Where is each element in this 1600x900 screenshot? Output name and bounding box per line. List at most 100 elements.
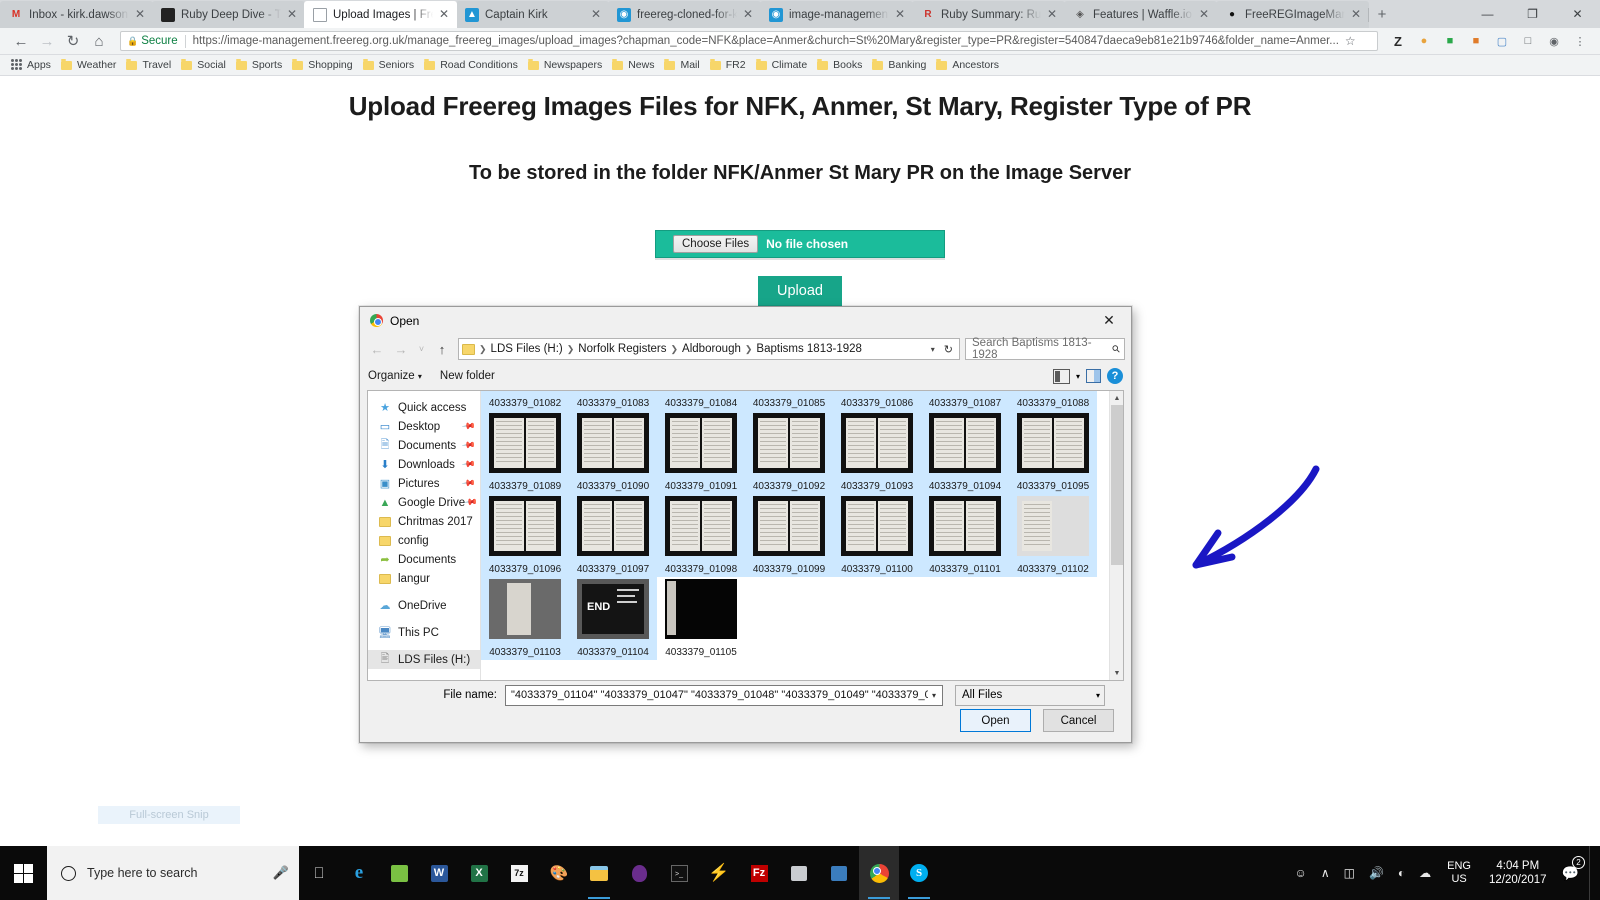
sidebar-item-langur[interactable]: langur — [368, 569, 480, 588]
extension-z-icon[interactable]: Z — [1386, 30, 1410, 52]
file-item[interactable]: 4033379_01090 — [569, 411, 657, 494]
bookmark-apps[interactable]: Apps — [6, 56, 56, 74]
sidebar-item-onedrive[interactable]: ☁ OneDrive — [368, 596, 480, 615]
home-icon[interactable]: ⌂ — [86, 28, 112, 54]
bookmark-weather[interactable]: Weather — [56, 56, 122, 74]
taskbar-app-purple[interactable] — [619, 846, 659, 900]
extension-orange-icon[interactable]: ■ — [1464, 30, 1488, 52]
file-input-field[interactable]: Choose Files No file chosen — [655, 230, 945, 258]
taskbar-app-excel[interactable]: X — [459, 846, 499, 900]
upload-button[interactable]: Upload — [758, 276, 842, 306]
microphone-icon[interactable]: 🎤 — [273, 865, 289, 881]
browser-tab[interactable]: ▲ Captain Kirk ✕ — [456, 1, 609, 28]
pin-icon[interactable]: 📌 — [461, 457, 476, 473]
file-item[interactable]: 4033379_01093 — [833, 411, 921, 494]
browser-tab[interactable]: ● FreeREGImageManage ✕ — [1216, 1, 1369, 28]
taskbar-app-7zip[interactable]: 7z — [499, 846, 539, 900]
extension-globe-icon[interactable]: ◉ — [1542, 30, 1566, 52]
window-close-button[interactable]: ✕ — [1555, 0, 1600, 28]
sidebar-item-christmas-2017[interactable]: Chritmas 2017 — [368, 512, 480, 531]
volume-icon[interactable]: 🔊 — [1362, 866, 1391, 880]
sidebar-item-documents[interactable]: 🗎 Documents 📌 — [368, 436, 480, 455]
tab-close-icon[interactable]: ✕ — [1349, 7, 1363, 22]
file-item[interactable]: 4033379_01087 — [921, 391, 1009, 411]
bookmark-shopping[interactable]: Shopping — [287, 56, 357, 74]
bookmark-travel[interactable]: Travel — [121, 56, 176, 74]
file-item[interactable]: 4033379_01083 — [569, 391, 657, 411]
taskbar-app-chrome[interactable] — [859, 846, 899, 900]
bookmark-sports[interactable]: Sports — [231, 56, 287, 74]
extension-green-icon[interactable]: ■ — [1438, 30, 1462, 52]
choose-files-button[interactable]: Choose Files — [673, 235, 759, 253]
bookmark-fr2[interactable]: FR2 — [705, 56, 751, 74]
cancel-button[interactable]: Cancel — [1043, 709, 1114, 732]
tab-close-icon[interactable]: ✕ — [285, 7, 299, 22]
sidebar-item-google-drive[interactable]: ▲ Google Drive 📌 — [368, 493, 480, 512]
bookmark-news[interactable]: News — [607, 56, 659, 74]
chevron-down-icon[interactable]: ▾ — [928, 691, 940, 700]
bookmark-seniors[interactable]: Seniors — [358, 56, 420, 74]
file-item[interactable]: 4033379_01088 — [1009, 391, 1097, 411]
dialog-back-icon[interactable]: ← — [366, 338, 388, 360]
organize-menu[interactable]: Organize ▾ — [368, 370, 422, 382]
file-item[interactable]: 4033379_01089 — [481, 411, 569, 494]
chevron-down-icon[interactable]: ▾ — [926, 345, 940, 354]
file-item[interactable]: 4033379_01102 — [1009, 494, 1097, 577]
dialog-search-input[interactable]: Search Baptisms 1813-1928 ⚲ — [965, 337, 1125, 361]
wifi-icon[interactable]: ◐ — [1391, 866, 1412, 880]
taskbar-app-sublime[interactable]: ⚡ — [699, 846, 739, 900]
taskview-button[interactable]: ⎕ — [299, 846, 339, 900]
bookmark-mail[interactable]: Mail — [659, 56, 704, 74]
tab-close-icon[interactable]: ✕ — [133, 7, 147, 22]
new-folder-button[interactable]: New folder — [440, 370, 495, 382]
bookmark-banking[interactable]: Banking — [867, 56, 931, 74]
show-desktop-button[interactable] — [1589, 846, 1596, 900]
open-button[interactable]: Open — [960, 709, 1031, 732]
reload-icon[interactable]: ↻ — [60, 28, 86, 54]
file-name-input[interactable]: "4033379_01104" "4033379_01047" "4033379… — [505, 684, 943, 706]
battery-icon[interactable]: ◫ — [1337, 866, 1362, 880]
tab-close-icon[interactable]: ✕ — [741, 7, 755, 22]
sidebar-item-pictures[interactable]: ▣ Pictures 📌 — [368, 474, 480, 493]
scrollbar-thumb[interactable] — [1111, 405, 1123, 565]
taskbar-search-input[interactable]: Type here to search 🎤 — [47, 846, 299, 900]
bookmark-newspapers[interactable]: Newspapers — [523, 56, 607, 74]
file-item[interactable]: 4033379_01094 — [921, 411, 1009, 494]
pin-icon[interactable]: 📌 — [461, 419, 476, 435]
breadcrumb-item[interactable]: Baptisms 1813-1928 — [753, 343, 864, 355]
pin-icon[interactable]: 📌 — [461, 476, 476, 492]
tab-close-icon[interactable]: ✕ — [1045, 7, 1059, 22]
file-item[interactable]: 4033379_01097 — [569, 494, 657, 577]
help-icon[interactable]: ? — [1107, 368, 1123, 384]
tab-close-icon[interactable]: ✕ — [437, 7, 451, 22]
sidebar-item-desktop[interactable]: ▭ Desktop 📌 — [368, 417, 480, 436]
scroll-up-icon[interactable]: ▲ — [1110, 391, 1124, 405]
window-minimize-button[interactable]: — — [1465, 0, 1510, 28]
sidebar-item-this-pc[interactable]: 🖥 This PC — [368, 623, 480, 642]
dialog-forward-icon[interactable]: → — [390, 338, 412, 360]
preview-pane-icon[interactable] — [1086, 369, 1101, 383]
dialog-up-icon[interactable]: ↑ — [431, 338, 453, 360]
bookmark-star-icon[interactable]: ☆ — [1345, 34, 1356, 48]
back-icon[interactable]: ← — [8, 28, 34, 54]
browser-tab[interactable]: Ruby Deep Dive - The I ✕ — [152, 1, 305, 28]
onedrive-cloud-icon[interactable]: ☁ — [1412, 866, 1438, 880]
dialog-close-button[interactable]: ✕ — [1087, 308, 1131, 334]
language-indicator[interactable]: ENG US — [1438, 860, 1480, 886]
pin-icon[interactable]: 📌 — [461, 438, 476, 454]
dialog-breadcrumb-bar[interactable]: ❯ LDS Files (H:) ❯ Norfolk Registers ❯ A… — [458, 338, 960, 360]
bookmark-ancestors[interactable]: Ancestors — [931, 56, 1004, 74]
dialog-recent-locations-icon[interactable]: ˅ — [414, 338, 429, 360]
file-grid-scrollbar[interactable]: ▲ ▼ — [1109, 391, 1123, 680]
bookmark-social[interactable]: Social — [176, 56, 231, 74]
file-item[interactable]: 4033379_01098 — [657, 494, 745, 577]
browser-tab-active[interactable]: Upload Images | FreeRe ✕ — [304, 1, 457, 28]
breadcrumb-item[interactable]: Norfolk Registers — [575, 343, 669, 355]
file-item[interactable]: 4033379_01100 — [833, 494, 921, 577]
taskbar-app-filezilla[interactable]: Fz — [739, 846, 779, 900]
browser-tab[interactable]: R Ruby Summary: Ruby S ✕ — [912, 1, 1065, 28]
tab-close-icon[interactable]: ✕ — [1197, 7, 1211, 22]
new-tab-button[interactable]: + — [1368, 0, 1396, 28]
file-item[interactable]: 4033379_01085 — [745, 391, 833, 411]
show-hidden-icons-chevron[interactable]: ∧ — [1314, 866, 1337, 880]
